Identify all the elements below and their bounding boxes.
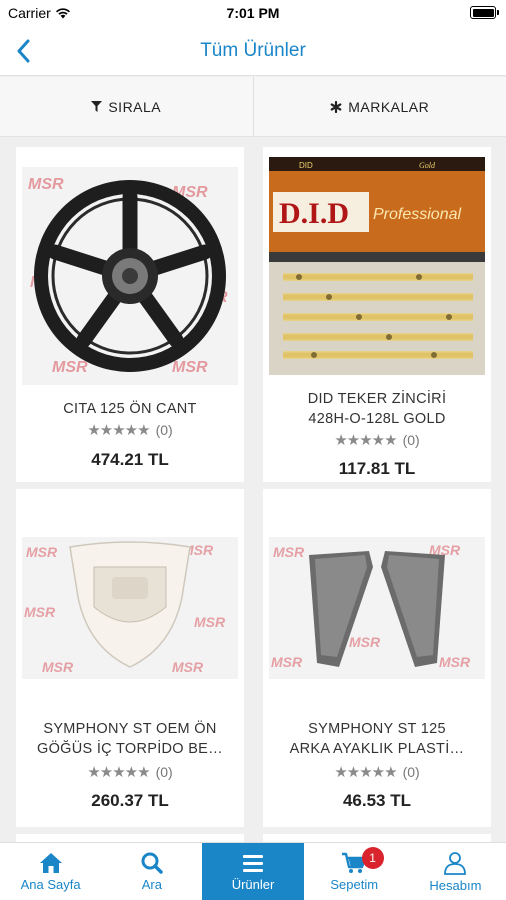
rating-count: (0) [155, 422, 173, 438]
rating-count: (0) [402, 432, 420, 448]
svg-text:Gold: Gold [419, 161, 436, 170]
svg-text:MSR: MSR [172, 359, 208, 376]
menu-icon [243, 854, 263, 872]
product-image-footrest-panels: MSR MSR MSR MSR MSR [269, 537, 485, 679]
tab-search-label: Ara [141, 876, 162, 892]
product-rating: ★★★★★ (0) [263, 431, 491, 449]
product-name-line1: SYMPHONY ST OEM ÖN [43, 721, 217, 737]
product-rating: ★★★★★ (0) [16, 421, 244, 439]
tab-search[interactable]: Ara [101, 843, 202, 900]
svg-text:DID: DID [299, 161, 313, 170]
product-grid: MSRMSRMSRMSRMSRMSR CITA 125 ÖN CANT ★ [0, 137, 506, 842]
tab-home[interactable]: Ana Sayfa [0, 843, 101, 900]
product-name-line2: 428H-O-128L GOLD [308, 411, 446, 427]
product-card[interactable]: MSR MSR MSR MSR MSR SYMPHONY ST 125 ARKA AYA… [263, 489, 491, 827]
svg-text:MSR: MSR [194, 614, 226, 630]
rating-count: (0) [402, 764, 420, 780]
star-rating-icon: ★★★★★ [334, 432, 397, 449]
battery-icon [470, 6, 499, 19]
product-price: 117.81 TL [338, 459, 416, 478]
product-rating: ★★★★★ (0) [16, 763, 244, 781]
user-icon [444, 851, 467, 875]
svg-text:MSR: MSR [52, 359, 88, 376]
svg-text:MSR: MSR [26, 544, 58, 560]
sort-button-label: SIRALA [108, 98, 162, 115]
product-card[interactable] [263, 834, 491, 842]
svg-text:Professional: Professional [373, 206, 461, 223]
svg-text:MSR: MSR [172, 659, 204, 675]
tab-home-label: Ana Sayfa [20, 876, 81, 892]
svg-text:MSR: MSR [28, 176, 64, 193]
brands-button-label: MARKALAR [348, 98, 430, 115]
product-image-fairing: MSR MSR MSR MSR MSR MSR [22, 537, 238, 679]
search-icon [141, 852, 163, 874]
rating-count: (0) [155, 764, 173, 780]
product-price: 474.21 TL [91, 450, 169, 469]
tab-cart[interactable]: Sepetim 1 [304, 843, 405, 900]
status-bar: Carrier 7:01 PM [0, 0, 506, 26]
svg-text:MSR: MSR [273, 544, 305, 560]
tab-bar: Ana Sayfa Ara Ürünler Sepetim 1 Hesabım [0, 842, 506, 900]
svg-text:MSR: MSR [24, 604, 56, 620]
product-rating: ★★★★★ (0) [263, 763, 491, 781]
product-card[interactable]: MSR MSR MSR MSR MSR MSR SYMPHONY ST OEM ÖN GÖ… [16, 489, 244, 827]
product-name-line1: SYMPHONY ST 125 [308, 721, 446, 737]
product-price: 46.53 TL [342, 791, 412, 810]
product-image-chain: DID Gold D.I.D Professional [269, 157, 485, 375]
svg-text:MSR: MSR [42, 659, 74, 675]
star-rating-icon: ★★★★★ [334, 764, 397, 781]
svg-text:MSR: MSR [439, 654, 471, 670]
product-card[interactable]: DID Gold D.I.D Professional DID TEKER Zİ… [263, 147, 491, 482]
page-title: Tüm Ürünler [200, 40, 306, 61]
product-name-line1: CITA 125 ÖN CANT [63, 401, 197, 417]
brands-button[interactable]: MARKALAR [252, 77, 506, 136]
sort-button[interactable]: SIRALA [0, 77, 253, 136]
product-name-line2: GÖĞÜS İÇ TORPİDO BE… [37, 741, 223, 757]
product-image-wheel: MSRMSRMSRMSRMSRMSR [22, 167, 238, 385]
tab-cart-label: Sepetim [330, 876, 379, 892]
svg-text:MSR: MSR [271, 654, 303, 670]
clock: 7:01 PM [226, 5, 280, 21]
tab-account[interactable]: Hesabım [405, 843, 506, 900]
navigation-bar: Tüm Ürünler [0, 26, 506, 76]
filter-bar: SIRALA MARKALAR [0, 77, 506, 137]
home-icon [39, 852, 62, 873]
tab-products-label: Ürünler [231, 876, 275, 892]
star-rating-icon: ★★★★★ [87, 764, 150, 781]
product-price: 260.37 TL [91, 791, 169, 810]
product-name-line1: DID TEKER ZİNCİRİ [307, 391, 447, 407]
star-rating-icon: ★★★★★ [87, 422, 150, 439]
tab-account-label: Hesabım [429, 877, 482, 893]
asterisk-icon [330, 100, 342, 113]
product-name-line2: ARKA AYAKLIK PLASTİ… [289, 741, 465, 757]
product-card[interactable] [16, 834, 244, 842]
svg-text:MSR: MSR [349, 634, 381, 650]
cart-count-badge: 1 [361, 847, 384, 869]
filter-icon [91, 101, 103, 112]
product-card[interactable]: MSRMSRMSRMSRMSRMSR CITA 125 ÖN CANT ★ [16, 147, 244, 482]
tab-products[interactable]: Ürünler [202, 843, 304, 900]
svg-text:D.I.D: D.I.D [279, 197, 349, 230]
